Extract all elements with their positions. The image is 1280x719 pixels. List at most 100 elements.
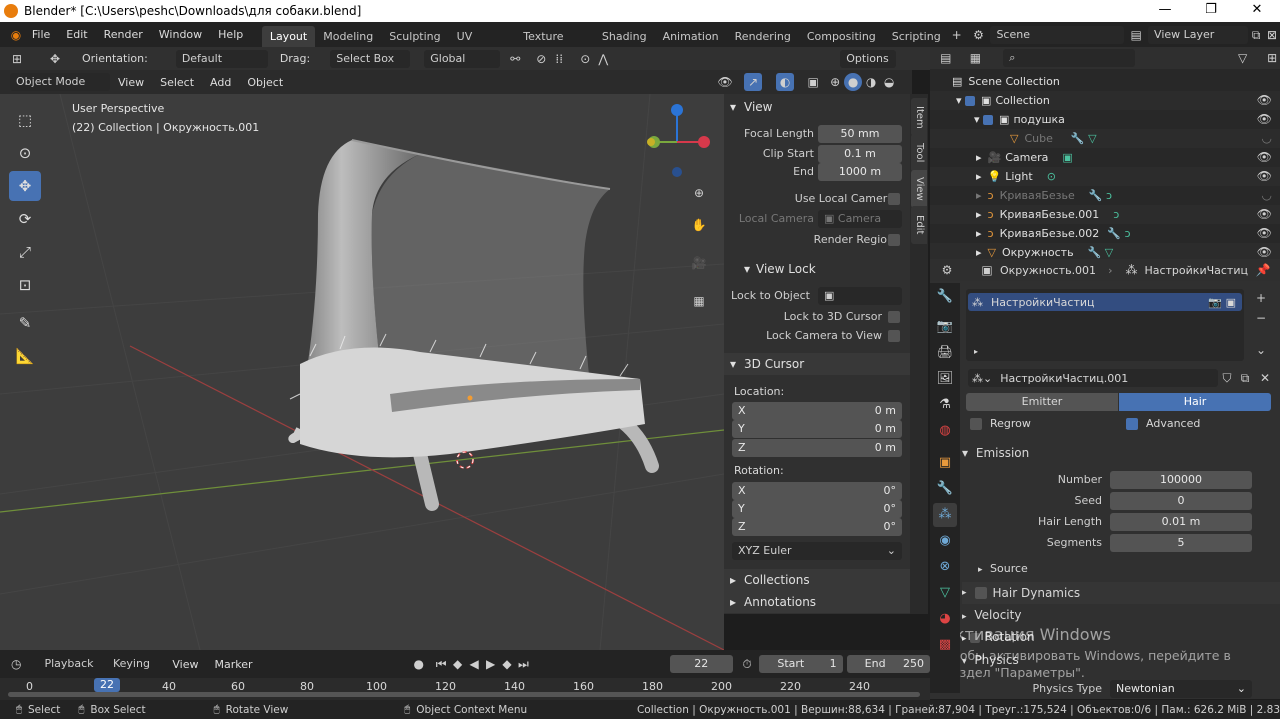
- scene-field[interactable]: Scene: [990, 25, 1125, 44]
- physics-tab-icon[interactable]: ◉: [933, 529, 957, 553]
- gizmo-icon[interactable]: ↗: [744, 73, 763, 91]
- emission-header[interactable]: ▾ Emission: [962, 442, 1280, 464]
- emitter-button[interactable]: Emitter: [966, 393, 1118, 411]
- new-collection-icon[interactable]: ⊞: [1264, 49, 1280, 67]
- scene-tab-icon[interactable]: ⚗: [933, 393, 957, 417]
- local-camera-field[interactable]: ▣ Camera: [818, 210, 902, 228]
- menu-edit[interactable]: Edit: [58, 22, 95, 47]
- hair-dynamics-checkbox[interactable]: [974, 587, 987, 599]
- list-menu-icon[interactable]: ⌄: [1252, 341, 1270, 359]
- outliner-row-camera[interactable]: ▸ 🎥 Camera ▣ 👁: [930, 148, 1280, 167]
- 3d-viewport[interactable]: User Perspective (22) Collection | Окруж…: [0, 94, 724, 650]
- zoom-icon[interactable]: ⊕: [690, 184, 708, 202]
- advanced-checkbox[interactable]: [1126, 417, 1138, 430]
- lock-camera-to-view-checkbox[interactable]: [888, 330, 900, 342]
- overlay-icon[interactable]: ◐: [776, 73, 795, 91]
- eye-icon[interactable]: 👁: [1257, 205, 1272, 224]
- annotations-header[interactable]: ▸ Annotations: [724, 591, 910, 613]
- eye-closed-icon[interactable]: ◡: [1262, 129, 1272, 148]
- outliner-row-light[interactable]: ▸ 💡 Light ⊙ 👁: [930, 167, 1280, 186]
- tab-layout[interactable]: Layout: [261, 26, 316, 47]
- tab-edit[interactable]: Edit: [911, 206, 927, 244]
- eye-icon[interactable]: 👁: [1257, 224, 1272, 243]
- remove-particle-icon[interactable]: −: [1252, 309, 1270, 327]
- menu-help[interactable]: Help: [210, 22, 251, 47]
- timeline-scrollbar[interactable]: [8, 692, 920, 697]
- tab-tool[interactable]: Tool: [911, 134, 927, 172]
- regrow-checkbox[interactable]: [970, 417, 982, 430]
- transform-icon[interactable]: ⊡: [9, 270, 41, 300]
- snap-icon[interactable]: ⊘: [532, 50, 550, 68]
- menu-select[interactable]: Select: [152, 70, 202, 95]
- hair-dynamics-header[interactable]: ▸ Hair Dynamics: [962, 582, 1280, 604]
- physics-header[interactable]: ▾ Physics: [962, 653, 1019, 667]
- menu-file[interactable]: File: [24, 22, 58, 47]
- eye-icon[interactable]: 👁: [1257, 167, 1272, 186]
- tab-view[interactable]: View: [911, 170, 927, 208]
- tab-uv-editing[interactable]: UV Editing: [449, 26, 516, 64]
- orientation-dropdown[interactable]: Default: [175, 49, 268, 68]
- location-x-field[interactable]: X0 m: [732, 402, 902, 420]
- eye-closed-icon[interactable]: ◡: [1262, 186, 1272, 205]
- minimize-icon[interactable]: —: [1142, 0, 1188, 22]
- filter-icon[interactable]: ▽: [1235, 49, 1251, 67]
- mode-dropdown[interactable]: Object Mode: [10, 73, 110, 91]
- world-tab-icon[interactable]: ◍: [933, 419, 957, 443]
- regrow-option[interactable]: Regrow: [970, 417, 1031, 430]
- menu-view[interactable]: View: [110, 70, 152, 95]
- menu-render[interactable]: Render: [96, 22, 151, 47]
- add-workspace-icon[interactable]: +: [949, 26, 965, 44]
- options-dropdown[interactable]: Options: [840, 49, 897, 68]
- tab-texture-paint[interactable]: Texture Paint: [515, 26, 594, 64]
- keying-menu[interactable]: Keying ⌄: [107, 655, 164, 688]
- eye-icon[interactable]: 👁: [1257, 91, 1272, 110]
- outliner-row-curve-002[interactable]: ▸ ↄ КриваяБезье.002 🔧 ↄ 👁: [930, 224, 1280, 243]
- select-box-icon[interactable]: ⬚: [9, 105, 41, 135]
- outliner-row-curve[interactable]: ▸ ↄ КриваяБезье 🔧 ↄ ◡: [930, 186, 1280, 205]
- jump-end-icon[interactable]: ⏭: [515, 655, 531, 673]
- record-icon[interactable]: ●: [411, 655, 427, 673]
- jump-start-icon[interactable]: ⏮: [433, 655, 449, 673]
- advanced-option[interactable]: Advanced: [1126, 417, 1200, 430]
- annotate-icon[interactable]: ✎: [9, 308, 41, 338]
- end-frame-field[interactable]: End 250: [846, 655, 930, 673]
- menu-add[interactable]: Add: [202, 70, 239, 95]
- physics-type-dropdown[interactable]: Newtonian ⌄: [1110, 680, 1252, 698]
- rendered-shading-icon[interactable]: ◒: [880, 73, 898, 91]
- add-particle-icon[interactable]: +: [1252, 289, 1270, 307]
- pan-hand-icon[interactable]: ✋: [690, 216, 708, 234]
- use-local-camera-checkbox[interactable]: [888, 193, 900, 205]
- data-tab-icon[interactable]: ▽: [933, 581, 957, 605]
- clip-end-field[interactable]: 1000 m: [818, 163, 902, 181]
- tab-animation[interactable]: Animation: [655, 26, 727, 47]
- measure-icon[interactable]: 📐: [9, 341, 41, 371]
- play-reverse-icon[interactable]: ◀: [466, 655, 482, 673]
- modifier-tab-icon[interactable]: 🔧: [933, 477, 957, 501]
- location-z-field[interactable]: Z0 m: [732, 439, 902, 457]
- unlink-icon[interactable]: ✕: [1256, 369, 1274, 387]
- rotation-y-field[interactable]: Y 0°: [732, 500, 902, 518]
- navigation-gizmo[interactable]: [640, 102, 716, 182]
- particle-settings-field[interactable]: ⁂⌄ НастройкиЧастиц.001: [968, 369, 1218, 387]
- material-tab-icon[interactable]: ◕: [933, 607, 957, 631]
- stopwatch-icon[interactable]: ⏱: [739, 655, 755, 673]
- properties-type-icon[interactable]: ⚙: [938, 261, 956, 279]
- list-expand-icon[interactable]: ▸: [974, 347, 978, 356]
- display-mode-icon[interactable]: ▦: [968, 49, 984, 67]
- render-tab-icon[interactable]: 📷: [933, 315, 957, 339]
- blender-menu-icon[interactable]: ◉: [8, 26, 24, 44]
- seed-field[interactable]: 0: [1110, 492, 1252, 510]
- particles-tab-icon[interactable]: ⁂: [933, 503, 957, 527]
- tab-sculpting[interactable]: Sculpting: [381, 26, 448, 47]
- proportional-edit-icon[interactable]: ⊙: [576, 50, 594, 68]
- tool-tab-icon[interactable]: 🔧: [933, 285, 957, 309]
- xray-icon[interactable]: ▣: [804, 73, 822, 91]
- camera-view-icon[interactable]: 🎥: [690, 254, 708, 272]
- rotation-z-field[interactable]: Z 0°: [732, 518, 902, 536]
- snap-target-icon[interactable]: ⁞⁞: [550, 50, 568, 68]
- current-frame-field[interactable]: 22: [669, 655, 733, 673]
- texture-tab-icon[interactable]: ▩: [933, 633, 957, 657]
- menu-window[interactable]: Window: [151, 22, 210, 47]
- rotation-header[interactable]: ▸ Rotation: [962, 630, 1035, 644]
- scale-icon[interactable]: ⤢: [9, 237, 41, 267]
